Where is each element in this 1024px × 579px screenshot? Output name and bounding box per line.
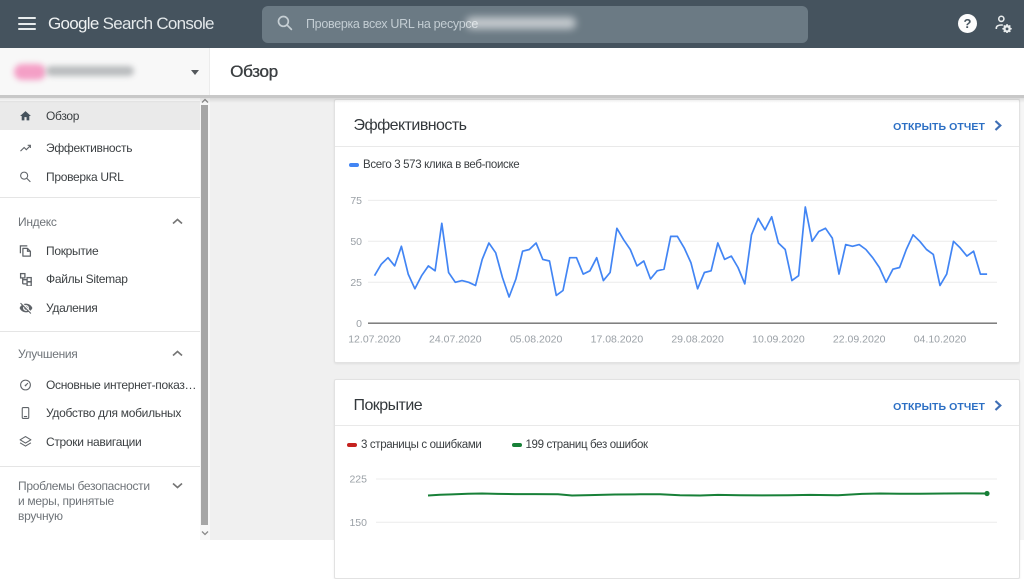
svg-text:22.09.2020: 22.09.2020 bbox=[833, 334, 886, 346]
svg-text:150: 150 bbox=[349, 517, 367, 529]
svg-text:25: 25 bbox=[350, 277, 362, 289]
svg-text:0: 0 bbox=[356, 318, 362, 330]
svg-text:04.10.2020: 04.10.2020 bbox=[914, 334, 967, 346]
svg-text:50: 50 bbox=[350, 236, 362, 248]
svg-text:24.07.2020: 24.07.2020 bbox=[429, 334, 482, 346]
svg-text:10.09.2020: 10.09.2020 bbox=[752, 334, 805, 346]
svg-text:17.08.2020: 17.08.2020 bbox=[591, 334, 644, 346]
svg-text:05.08.2020: 05.08.2020 bbox=[510, 334, 563, 346]
svg-text:29.08.2020: 29.08.2020 bbox=[671, 334, 724, 346]
svg-text:225: 225 bbox=[349, 474, 367, 486]
svg-text:12.07.2020: 12.07.2020 bbox=[348, 334, 401, 346]
svg-text:75: 75 bbox=[350, 195, 362, 207]
